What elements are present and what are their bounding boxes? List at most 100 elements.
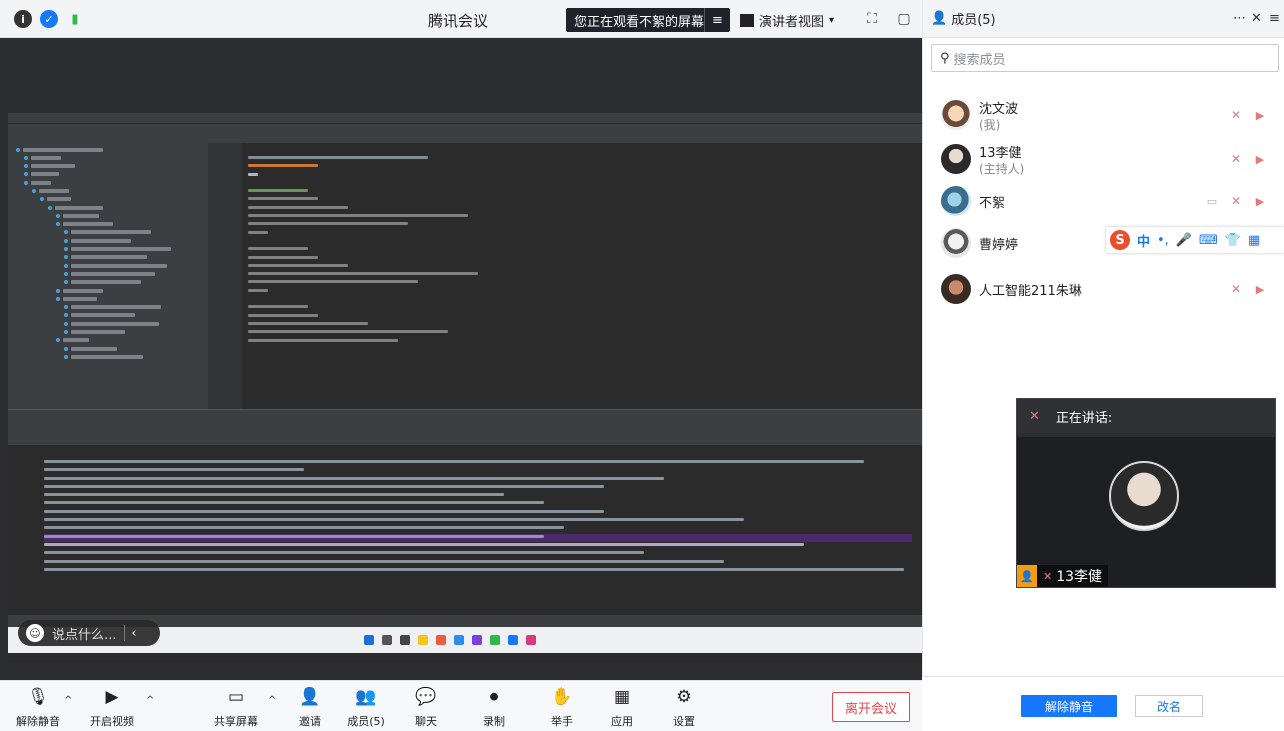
- chat-bubble-icon: 💬: [415, 687, 437, 707]
- ide-console-output: [34, 445, 922, 615]
- add-person-icon: 👤: [299, 687, 321, 707]
- screen-sharing-icon: ▭: [1206, 194, 1218, 208]
- collapse-arrow-icon[interactable]: ‹: [131, 626, 136, 641]
- camera-off-icon[interactable]: ▶: [1253, 194, 1267, 208]
- meeting-area: i ✓ ▮ 腾讯会议 您正在观看不絮的屏幕 ≡ 演讲者视图 ▾ ⛶ ▢ ☺ 说点…: [0, 0, 922, 731]
- app-icon: [508, 635, 518, 645]
- active-speaker-header: ✕ 正在讲话:: [1017, 399, 1275, 433]
- ide-menu-bar: [8, 113, 922, 123]
- active-speaker-tile[interactable]: ✕ 正在讲话: 👤 ✕ 13李健: [1016, 398, 1276, 588]
- camera-off-icon[interactable]: ▶: [1253, 152, 1267, 166]
- settings-button[interactable]: ⚙ 设置: [654, 687, 714, 729]
- camera-off-icon[interactable]: ▶: [1253, 282, 1267, 296]
- app-icon: [472, 635, 482, 645]
- start-video-button[interactable]: ▶ 开启视频: [82, 687, 142, 729]
- members-panel-title: 成员(5): [951, 13, 996, 28]
- members-icon: 👥: [355, 687, 377, 707]
- more-options-icon[interactable]: ⋯: [1233, 11, 1246, 26]
- emoji-icon[interactable]: ☺: [26, 624, 44, 642]
- chevron-up-icon[interactable]: ^: [64, 695, 72, 706]
- ide-project-tree: [8, 133, 208, 409]
- member-row[interactable]: 不絮 ▭ ✕ ▶: [923, 180, 1284, 224]
- search-icon: ⚲: [940, 50, 950, 66]
- mic-muted-icon[interactable]: ✕: [1229, 282, 1243, 296]
- security-shield-icon[interactable]: ✓: [40, 10, 58, 28]
- task-view-icon: [400, 635, 410, 645]
- signal-strength-icon[interactable]: ▮: [66, 10, 84, 28]
- app-icon: [436, 635, 446, 645]
- members-panel: 👤 成员(5) ⋯ ✕ ≡ ⚲ 搜索成员 沈文波 (我) ✕ ▶ 13李健 (主持…: [922, 0, 1284, 731]
- app-icon: [490, 635, 500, 645]
- member-row[interactable]: 沈文波 (我) ✕ ▶: [923, 94, 1284, 138]
- chat-button[interactable]: 💬 聊天: [396, 687, 456, 729]
- speaking-label: 正在讲话:: [1055, 410, 1113, 426]
- share-screen-icon: ▭: [227, 687, 245, 707]
- record-button[interactable]: ⏺ 录制: [464, 687, 524, 729]
- members-panel-icon: 👤: [931, 11, 948, 26]
- voice-input-icon[interactable]: 🎤: [1176, 233, 1192, 248]
- close-icon[interactable]: ✕: [1251, 11, 1262, 26]
- layout-toggle-icon[interactable]: ▢: [894, 9, 914, 29]
- watching-menu-icon[interactable]: ≡: [704, 8, 730, 32]
- skin-icon[interactable]: 👕: [1225, 233, 1241, 248]
- members-button[interactable]: 👥 成员(5): [336, 687, 396, 729]
- chat-quick-input[interactable]: ☺ 说点什么... ‹: [18, 620, 160, 646]
- ide-code-editor: [208, 143, 922, 409]
- shared-screen: [8, 113, 922, 663]
- members-panel-header: 👤 成员(5) ⋯ ✕ ≡: [923, 0, 1284, 38]
- leave-meeting-button[interactable]: 离开会议: [832, 692, 910, 722]
- unmute-all-button[interactable]: 解除静音: [1021, 695, 1117, 717]
- keyboard-icon[interactable]: ⌨: [1199, 233, 1218, 248]
- avatar: [1109, 461, 1179, 531]
- mic-muted-icon[interactable]: ✕: [1229, 194, 1243, 208]
- speaker-video: 👤 ✕ 13李健: [1017, 437, 1275, 587]
- member-search-input[interactable]: ⚲ 搜索成员: [931, 44, 1279, 72]
- member-row[interactable]: 13李健 (主持人) ✕ ▶: [923, 138, 1284, 182]
- fullscreen-icon[interactable]: ⛶: [862, 9, 882, 29]
- hand-icon: ✋: [551, 687, 573, 707]
- avatar: [941, 228, 971, 258]
- invite-button[interactable]: 👤 邀请: [280, 687, 340, 729]
- watching-screen-indicator[interactable]: 您正在观看不絮的屏幕 ≡: [566, 8, 730, 32]
- share-screen-button[interactable]: ▭ 共享屏幕: [206, 687, 266, 729]
- apps-button[interactable]: ▦ 应用: [592, 687, 652, 729]
- speaker-name: 13李健: [1056, 569, 1103, 585]
- apps-grid-icon: ▦: [613, 687, 631, 707]
- view-mode-dropdown[interactable]: 演讲者视图 ▾: [740, 9, 834, 31]
- chevron-up-icon[interactable]: ^: [268, 695, 276, 706]
- gear-icon: ⚙: [676, 687, 692, 707]
- speaker-name-tag: 👤 ✕ 13李健: [1017, 565, 1109, 587]
- menu-icon[interactable]: ≡: [1269, 11, 1280, 26]
- unmute-button[interactable]: 🎙 解除静音: [8, 687, 68, 729]
- host-user-icon: 👤: [1017, 565, 1037, 587]
- rename-button[interactable]: 改名: [1135, 695, 1203, 717]
- sogou-logo-icon: S: [1110, 230, 1130, 250]
- punctuation-icon[interactable]: •,: [1157, 233, 1169, 248]
- record-icon: ⏺: [489, 687, 499, 707]
- mic-muted-icon[interactable]: ✕: [1229, 108, 1243, 122]
- mic-muted-icon: ✕: [1029, 408, 1040, 424]
- mic-muted-icon[interactable]: ✕: [1229, 152, 1243, 166]
- member-row[interactable]: 人工智能211朱琳 ✕ ▶: [923, 268, 1284, 312]
- meeting-title: 腾讯会议: [428, 12, 489, 30]
- ime-mode-label[interactable]: 中: [1137, 231, 1150, 250]
- app-icon: [526, 635, 536, 645]
- raise-hand-button[interactable]: ✋ 举手: [532, 687, 592, 729]
- toolbox-icon[interactable]: ▦: [1248, 233, 1260, 248]
- member-search-placeholder: 搜索成员: [953, 52, 1006, 68]
- avatar: [941, 274, 971, 304]
- bottom-toolbar: 🎙 解除静音 ^ ▶ 开启视频 ^ ▭ 共享屏幕 ^ 👤 邀请 👥 成员(5): [0, 680, 922, 731]
- chat-input-placeholder: 说点什么...: [52, 627, 117, 643]
- ide-run-toolbar: [8, 409, 922, 445]
- avatar: [941, 144, 971, 174]
- watching-screen-text: 您正在观看不絮的屏幕: [574, 14, 705, 30]
- info-icon[interactable]: i: [14, 10, 32, 28]
- camera-off-icon[interactable]: ▶: [1253, 108, 1267, 122]
- mic-muted-icon: 🎙: [27, 687, 49, 707]
- folder-icon: [418, 635, 428, 645]
- chevron-down-icon: ▾: [829, 14, 835, 26]
- ime-toolbar[interactable]: S 中 •, 🎤 ⌨ 👕 ▦: [1106, 227, 1284, 253]
- chevron-up-icon[interactable]: ^: [146, 695, 154, 706]
- ide-path-bar: [8, 123, 922, 133]
- avatar: [941, 186, 971, 216]
